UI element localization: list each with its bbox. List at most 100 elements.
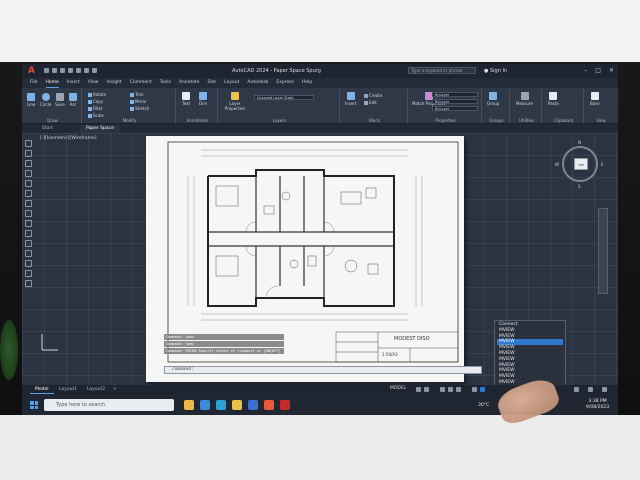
tool-hatch-icon[interactable] (25, 190, 32, 197)
close-icon[interactable]: ✕ (609, 67, 614, 74)
circle-button[interactable]: Circle (40, 93, 51, 107)
tab-express[interactable]: Express (276, 78, 294, 88)
tab-autodesk[interactable]: Autodesk (247, 78, 268, 88)
text-button[interactable]: Text (182, 92, 190, 106)
viewport-controls-label[interactable]: [-][Isometric][Wireframe] (40, 136, 97, 141)
tab-file[interactable]: File (30, 78, 38, 88)
tool-circle-icon[interactable] (25, 160, 32, 167)
save-button[interactable]: Save (55, 93, 65, 107)
tab-layout2[interactable]: Layout2 (82, 386, 110, 394)
tool-line-icon[interactable] (25, 140, 32, 147)
settings-icon[interactable] (574, 387, 579, 392)
color-select[interactable]: ByLayer (432, 92, 478, 97)
lineweight-select[interactable]: ByLayer (432, 106, 478, 111)
viewcube-top-face[interactable]: TOP (574, 158, 588, 170)
mail-icon[interactable] (248, 400, 258, 410)
fillet-button[interactable]: Fillet (88, 106, 102, 111)
tool-arc-icon[interactable] (25, 170, 32, 177)
layer-state-select[interactable]: Unsaved Layer State (254, 95, 314, 100)
grid-icon[interactable] (416, 387, 421, 392)
new-icon[interactable] (44, 68, 49, 73)
tab-layout[interactable]: Layout (224, 78, 239, 88)
task-view-icon[interactable] (200, 400, 210, 410)
create-block-button[interactable]: Create (364, 93, 382, 98)
tab-layout1[interactable]: Layout1 (54, 386, 82, 394)
autocad-taskbar-icon[interactable] (280, 400, 290, 410)
rotate-button[interactable]: Rotate (88, 92, 106, 97)
tool-move-icon[interactable] (25, 210, 32, 217)
autocad-logo-icon[interactable]: A (28, 66, 38, 76)
undo-icon[interactable] (84, 68, 89, 73)
edit-block-button[interactable]: Edit (364, 100, 377, 105)
customize-icon[interactable] (602, 387, 607, 392)
taskbar-clock[interactable]: 3:38 PM 9/08/2023 (586, 399, 609, 411)
tool-erase-icon[interactable] (25, 270, 32, 277)
tool-trim-icon[interactable] (25, 260, 32, 267)
taskbar-search-input[interactable]: Type here to search (44, 399, 174, 411)
tool-offset-icon[interactable] (25, 250, 32, 257)
tab-insert[interactable]: Insert (67, 78, 80, 88)
mirror-button[interactable]: Mirror (130, 99, 147, 104)
tab-insight[interactable]: Insight (106, 78, 121, 88)
osnap-icon[interactable] (456, 387, 461, 392)
viewcube[interactable]: TOP (562, 146, 598, 182)
tool-mirror-icon[interactable] (25, 240, 32, 247)
stretch-button[interactable]: Stretch (130, 106, 149, 111)
line-button[interactable]: Line (27, 93, 35, 107)
tab-start[interactable]: Start (36, 125, 59, 133)
file-explorer-icon[interactable] (232, 400, 242, 410)
chrome-icon[interactable] (264, 400, 274, 410)
base-view-button[interactable]: Base (590, 92, 600, 106)
insert-block-button[interactable]: Insert (345, 92, 356, 106)
widgets-icon[interactable] (184, 400, 194, 410)
model-space-toggle[interactable]: MODEL (390, 386, 406, 391)
fullscreen-icon[interactable] (588, 387, 593, 392)
tool-rectangle-icon[interactable] (25, 180, 32, 187)
group-button[interactable]: Group (487, 92, 499, 106)
tool-rotate-icon[interactable] (25, 230, 32, 237)
signin-button[interactable]: ● Sign In (484, 68, 507, 74)
add-layout-icon[interactable]: + (108, 386, 122, 394)
annotation-scale-icon[interactable] (472, 387, 477, 392)
redo-icon[interactable] (92, 68, 97, 73)
tab-home[interactable]: Home (45, 78, 59, 88)
tool-explode-icon[interactable] (25, 280, 32, 287)
compass-south[interactable]: S (578, 184, 581, 189)
tab-model[interactable]: Model (30, 386, 54, 394)
paste-button[interactable]: Paste (548, 92, 559, 106)
compass-west[interactable]: W (555, 162, 559, 167)
search-input[interactable]: Type a keyword or phrase (408, 67, 476, 74)
compass-north[interactable]: N (578, 140, 581, 145)
tool-polyline-icon[interactable] (25, 150, 32, 157)
tab-annotate[interactable]: Annotate (179, 78, 200, 88)
command-line-input[interactable] (164, 366, 482, 374)
measure-button[interactable]: Measure (516, 92, 533, 106)
tab-site[interactable]: Site (207, 78, 216, 88)
maximize-icon[interactable]: □ (595, 67, 601, 74)
tab-tools[interactable]: Tools (160, 78, 171, 88)
edge-icon[interactable] (216, 400, 226, 410)
open-icon[interactable] (52, 68, 57, 73)
workspace-icon[interactable] (480, 387, 485, 392)
polar-icon[interactable] (448, 387, 453, 392)
trim-button[interactable]: Trim (130, 92, 144, 97)
linetype-select[interactable]: ByLayer (432, 99, 478, 104)
tab-view[interactable]: View (88, 78, 99, 88)
tool-text-icon[interactable] (25, 200, 32, 207)
tab-comment[interactable]: Comment (130, 78, 152, 88)
dimension-button[interactable]: Dim (199, 92, 207, 106)
tool-copy-icon[interactable] (25, 220, 32, 227)
snap-icon[interactable] (424, 387, 429, 392)
compass-east[interactable]: E (601, 162, 604, 167)
navigation-bar[interactable] (598, 208, 608, 294)
windows-start-icon[interactable] (30, 401, 38, 409)
saveas-icon[interactable] (68, 68, 73, 73)
print-icon[interactable] (76, 68, 81, 73)
arc-button[interactable]: Arc (69, 93, 77, 107)
ortho-icon[interactable] (440, 387, 445, 392)
minimize-icon[interactable]: – (584, 67, 587, 74)
weather-temperature[interactable]: 30°C (478, 403, 489, 408)
layer-properties-button[interactable]: Layer Properties (224, 92, 246, 111)
copy-button[interactable]: Copy (88, 99, 103, 104)
save-icon[interactable] (60, 68, 65, 73)
